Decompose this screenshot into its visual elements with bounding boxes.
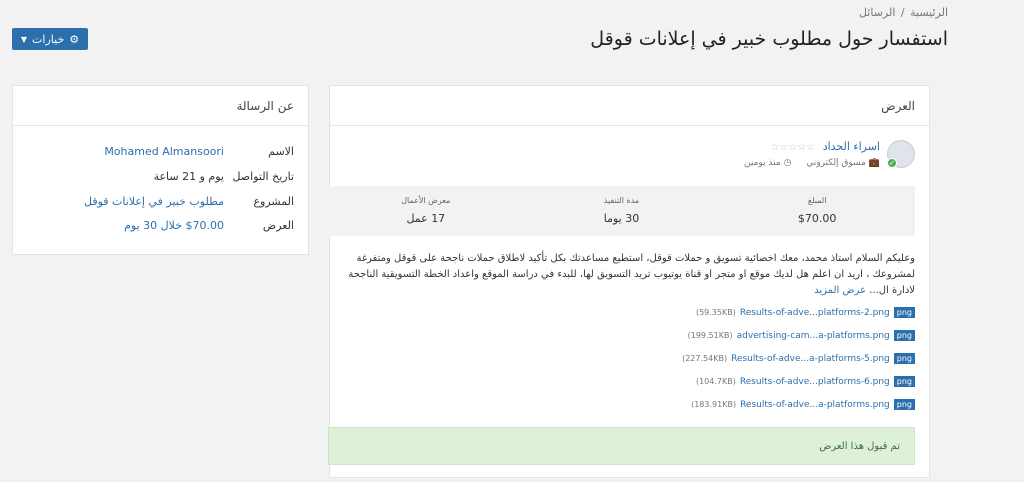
bidder-name-link[interactable]: اسراء الحداد bbox=[823, 140, 880, 153]
attachment[interactable]: png Results-of-adve...platforms-6.png (1… bbox=[696, 376, 915, 387]
offer-accepted-notice: تم قبول هذا العرض bbox=[328, 427, 915, 465]
message-info-header: عن الرسالة bbox=[13, 86, 308, 126]
attachment-link[interactable]: Results-of-adve...a-platforms.png bbox=[740, 400, 890, 410]
clock-icon: ◷ bbox=[783, 158, 792, 168]
offer-time: منذ يومين bbox=[744, 158, 781, 168]
gear-icon: ⚙ bbox=[69, 32, 80, 46]
attachment-link[interactable]: Results-of-adve...platforms-2.png bbox=[740, 308, 890, 318]
stat-amount: المبلغ $70.00 bbox=[719, 186, 915, 236]
info-key: تاريخ التواصل bbox=[232, 170, 294, 183]
page-title: استفسار حول مطلوب خبير في إعلانات قوقل bbox=[590, 28, 948, 50]
file-type-badge: png bbox=[893, 353, 915, 364]
attachment-link[interactable]: Results-of-adve...platforms-6.png bbox=[740, 377, 890, 387]
offer-summary-link[interactable]: $70.00 خلال 30 يوم bbox=[124, 219, 224, 232]
breadcrumb-separator: / bbox=[900, 6, 905, 19]
options-button[interactable]: ⚙ خيارات ▼ bbox=[12, 28, 88, 50]
info-row-contact-date: تاريخ التواصل يوم و 21 ساعة bbox=[24, 170, 294, 183]
client-name-link[interactable]: Mohamed Almansoori bbox=[104, 145, 224, 158]
breadcrumb-home[interactable]: الرئيسية bbox=[910, 6, 948, 19]
stat-label: مدة التنفيذ bbox=[603, 196, 640, 205]
offer-panel: العرض ✓ اسراء الحداد ☆☆☆☆☆ 💼 مسوق إلكترو… bbox=[328, 85, 930, 478]
read-more-link[interactable]: عرض المزيد bbox=[814, 285, 866, 296]
stat-label: المبلغ bbox=[807, 196, 827, 205]
file-size: (59.35KB) bbox=[695, 308, 736, 317]
bidder: ✓ اسراء الحداد ☆☆☆☆☆ 💼 مسوق إلكتروني ◷ م… bbox=[744, 140, 915, 168]
file-size: (104.7KB) bbox=[695, 377, 736, 386]
bidder-meta: 💼 مسوق إلكتروني ◷ منذ يومين bbox=[744, 158, 880, 168]
offer-description: وعليكم السلام استاذ محمد، معك اخصائية تس… bbox=[328, 251, 915, 299]
info-key: الاسم bbox=[268, 145, 294, 158]
attachment[interactable]: png Results-of-adve...a-platforms-5.png … bbox=[682, 353, 915, 364]
stat-value: 17 عمل bbox=[406, 212, 446, 225]
attachment[interactable]: png Results-of-adve...platforms-2.png (5… bbox=[696, 307, 915, 318]
info-value: يوم و 21 ساعة bbox=[153, 170, 224, 183]
project-link[interactable]: مطلوب خبير في إعلانات قوقل bbox=[84, 195, 224, 208]
options-button-label: خيارات bbox=[32, 32, 65, 46]
info-row-name: الاسم Mohamed Almansoori bbox=[24, 145, 294, 158]
file-size: (183.91KB) bbox=[691, 400, 737, 409]
file-type-badge: png bbox=[893, 376, 915, 387]
verified-check-icon: ✓ bbox=[887, 158, 897, 168]
info-key: المشروع bbox=[253, 195, 294, 208]
stat-label: معرض الأعمال bbox=[401, 196, 451, 205]
breadcrumb: الرئيسية / الرسائل bbox=[857, 6, 948, 19]
message-info-panel: عن الرسالة الاسم Mohamed Almansoori تاري… bbox=[12, 85, 309, 255]
info-row-offer: العرض $70.00 خلال 30 يوم bbox=[24, 219, 294, 232]
rating-stars: ☆☆☆☆☆ bbox=[770, 142, 816, 153]
stat-duration: مدة التنفيذ 30 يوما bbox=[524, 186, 720, 236]
stat-portfolio: معرض الأعمال 17 عمل bbox=[328, 186, 524, 236]
breadcrumb-current[interactable]: الرسائل bbox=[859, 6, 895, 19]
file-size: (199.51KB) bbox=[687, 331, 733, 340]
attachment-link[interactable]: advertising-cam...a-platforms.png bbox=[737, 331, 890, 341]
bidder-info: اسراء الحداد ☆☆☆☆☆ 💼 مسوق إلكتروني ◷ منذ… bbox=[744, 140, 880, 168]
offer-stats: المبلغ $70.00 مدة التنفيذ 30 يوما معرض ا… bbox=[328, 186, 915, 236]
file-type-badge: png bbox=[893, 399, 915, 410]
stat-value: 30 يوما bbox=[603, 212, 640, 225]
stat-value: $70.00 bbox=[797, 212, 837, 225]
briefcase-icon: 💼 bbox=[868, 158, 880, 168]
bidder-role: مسوق إلكتروني bbox=[806, 158, 866, 168]
info-key: العرض bbox=[262, 219, 294, 232]
file-type-badge: png bbox=[893, 330, 915, 341]
page: الرئيسية / الرسائل استفسار حول مطلوب خبي… bbox=[0, 0, 1024, 482]
avatar[interactable]: ✓ bbox=[887, 140, 915, 168]
attachment[interactable]: png advertising-cam...a-platforms.png (1… bbox=[688, 330, 915, 341]
attachment[interactable]: png Results-of-adve...a-platforms.png (1… bbox=[691, 399, 915, 410]
info-row-project: المشروع مطلوب خبير في إعلانات قوقل bbox=[24, 195, 294, 208]
file-type-badge: png bbox=[893, 307, 915, 318]
file-size: (227.54KB) bbox=[682, 354, 728, 363]
attachment-link[interactable]: Results-of-adve...a-platforms-5.png bbox=[731, 354, 890, 364]
caret-down-icon: ▼ bbox=[20, 34, 28, 44]
offer-panel-header: العرض bbox=[330, 86, 929, 126]
